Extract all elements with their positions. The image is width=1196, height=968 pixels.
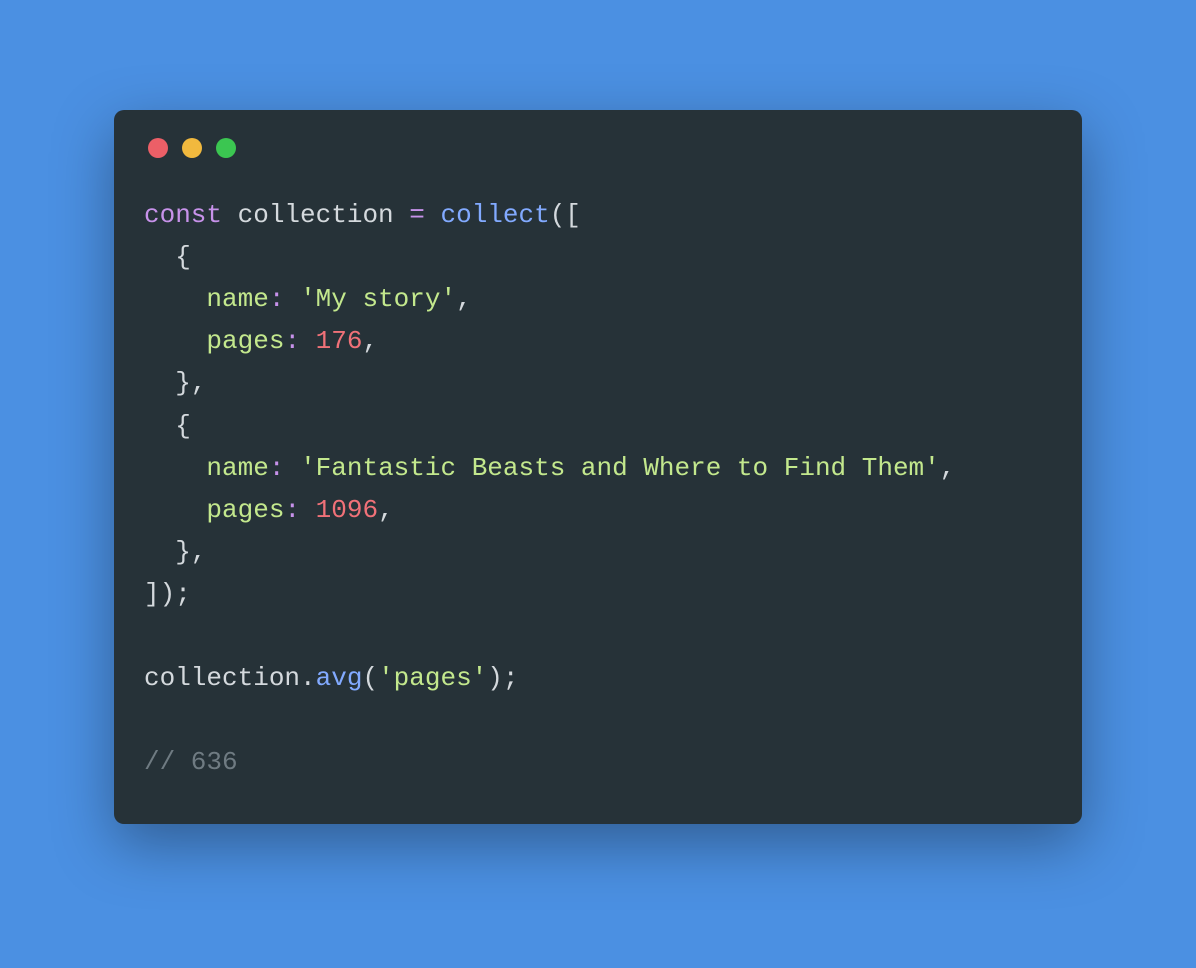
space xyxy=(300,326,316,356)
code-line: name: 'My story', xyxy=(144,284,472,314)
punct-open: ([ xyxy=(550,200,581,230)
space xyxy=(394,200,410,230)
property-pages: pages xyxy=(206,495,284,525)
space xyxy=(284,284,300,314)
comma: , xyxy=(362,326,378,356)
function-collect: collect xyxy=(440,200,549,230)
keyword-const: const xyxy=(144,200,222,230)
code-line: name: 'Fantastic Beasts and Where to Fin… xyxy=(144,453,955,483)
code-line: }, xyxy=(144,368,206,398)
dot: . xyxy=(300,663,316,693)
indent xyxy=(144,453,206,483)
property-pages: pages xyxy=(206,326,284,356)
indent xyxy=(144,368,175,398)
comma: , xyxy=(456,284,472,314)
indent xyxy=(144,411,175,441)
code-line: // 636 xyxy=(144,747,238,777)
code-line: pages: 1096, xyxy=(144,495,394,525)
colon: : xyxy=(269,284,285,314)
code-line: const collection = collect([ xyxy=(144,200,581,230)
identifier-collection: collection xyxy=(238,200,394,230)
colon: : xyxy=(269,453,285,483)
colon: : xyxy=(284,326,300,356)
method-avg: avg xyxy=(316,663,363,693)
space xyxy=(284,453,300,483)
indent xyxy=(144,284,206,314)
brace-close: }, xyxy=(175,368,206,398)
indent xyxy=(144,495,206,525)
code-line: { xyxy=(144,242,191,272)
string-literal: 'My story' xyxy=(300,284,456,314)
paren-close: ); xyxy=(487,663,518,693)
number-literal: 1096 xyxy=(316,495,378,525)
property-name: name xyxy=(206,284,268,314)
space xyxy=(222,200,238,230)
paren-open: ( xyxy=(362,663,378,693)
indent xyxy=(144,537,175,567)
code-line: { xyxy=(144,411,191,441)
brace-open: { xyxy=(175,242,191,272)
code-window: const collection = collect([ { name: 'My… xyxy=(114,110,1082,824)
colon: : xyxy=(284,495,300,525)
brace-close: }, xyxy=(175,537,206,567)
code-line: pages: 176, xyxy=(144,326,378,356)
traffic-light-zoom-icon[interactable] xyxy=(216,138,236,158)
code-block: const collection = collect([ { name: 'My… xyxy=(144,194,1052,784)
indent xyxy=(144,242,175,272)
string-literal: 'pages' xyxy=(378,663,487,693)
window-traffic-lights xyxy=(144,138,1052,158)
comma: , xyxy=(940,453,956,483)
operator-equals: = xyxy=(409,200,425,230)
property-name: name xyxy=(206,453,268,483)
identifier-collection: collection xyxy=(144,663,300,693)
code-line: }, xyxy=(144,537,206,567)
code-line: collection.avg('pages'); xyxy=(144,663,519,693)
close-collect: ]); xyxy=(144,579,191,609)
space xyxy=(425,200,441,230)
comment-result: // 636 xyxy=(144,747,238,777)
indent xyxy=(144,326,206,356)
brace-open: { xyxy=(175,411,191,441)
string-literal: 'Fantastic Beasts and Where to Find Them… xyxy=(300,453,940,483)
comma: , xyxy=(378,495,394,525)
code-line: ]); xyxy=(144,579,191,609)
stage: const collection = collect([ { name: 'My… xyxy=(0,0,1196,968)
number-literal: 176 xyxy=(316,326,363,356)
traffic-light-close-icon[interactable] xyxy=(148,138,168,158)
space xyxy=(300,495,316,525)
traffic-light-minimize-icon[interactable] xyxy=(182,138,202,158)
